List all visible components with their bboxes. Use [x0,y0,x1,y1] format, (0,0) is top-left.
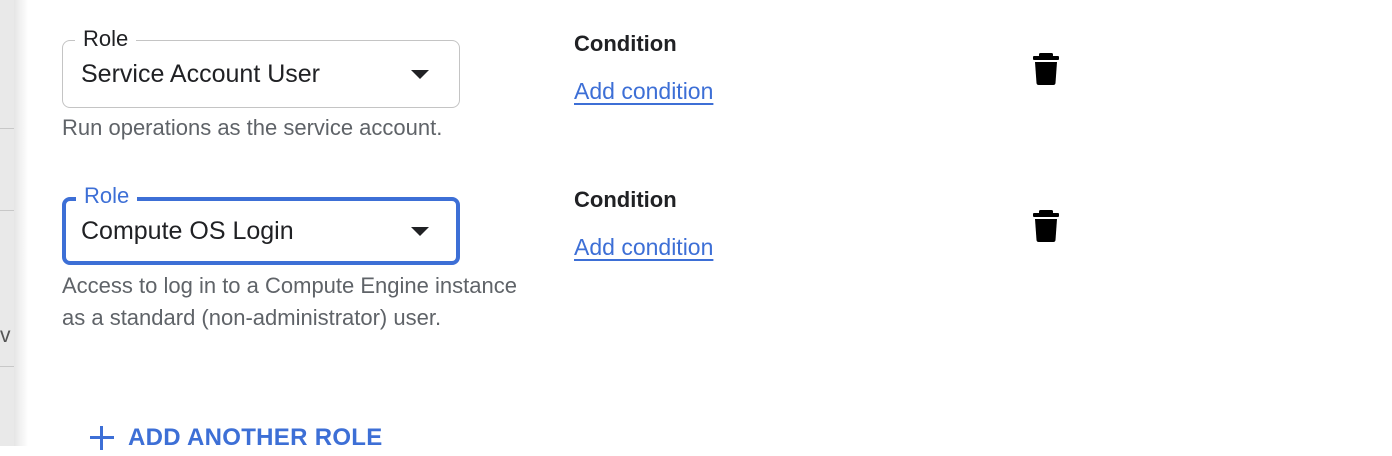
condition-label: Condition [574,31,677,56]
trash-icon [1033,53,1059,85]
condition-label: Condition [574,187,677,212]
background-divider [0,128,14,129]
role-field-label: Role [76,183,138,209]
add-another-role-button[interactable]: ADD ANOTHER ROLE [90,420,383,456]
role-field-label: Role [75,26,137,52]
add-another-role-label: ADD ANOTHER ROLE [128,424,383,451]
role-select[interactable]: Role Service Account User [62,26,460,108]
panel-shadow [14,0,28,446]
delete-role-button[interactable] [1030,52,1062,86]
caret-down-icon[interactable] [411,70,429,79]
role-selected-value: Compute OS Login [81,217,294,245]
background-divider [0,366,14,367]
plus-icon [90,426,114,450]
delete-role-button[interactable] [1030,209,1062,243]
background-clipped-text: v [0,324,11,347]
role-selected-value: Service Account User [81,60,320,88]
role-select[interactable]: Role Compute OS Login [62,183,460,265]
role-description: Run operations as the service account. [62,115,443,140]
background-divider [0,210,14,211]
caret-down-icon[interactable] [411,227,429,236]
trash-icon [1033,210,1059,242]
add-condition-link[interactable]: Add condition [574,77,713,105]
background-page-edge: v [0,0,14,446]
add-condition-link[interactable]: Add condition [574,233,713,261]
role-description: Access to log in to a Compute Engine ins… [62,273,517,330]
